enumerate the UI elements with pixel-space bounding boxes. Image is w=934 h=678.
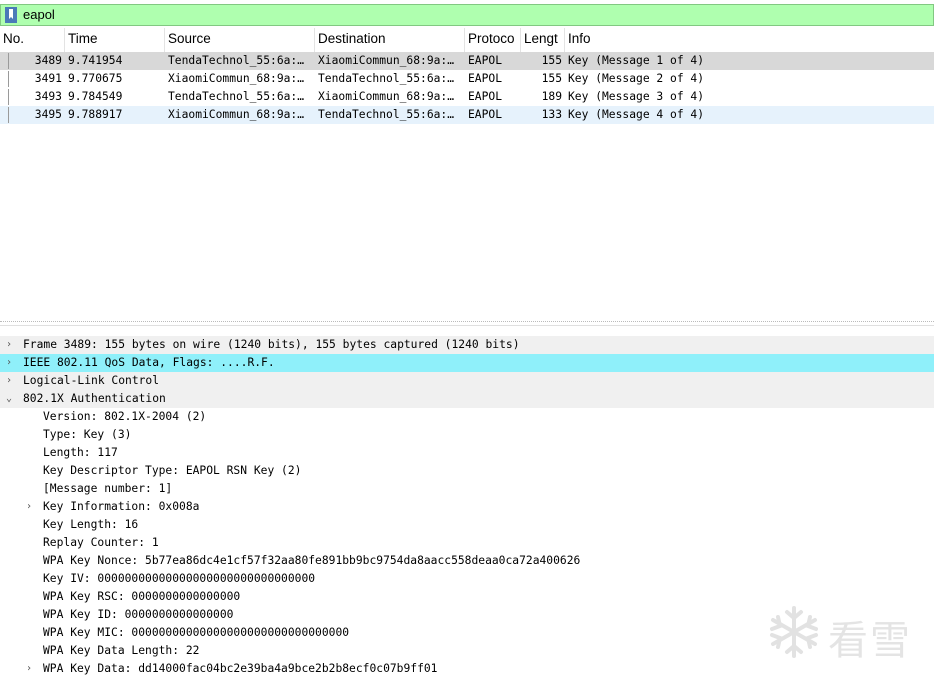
column-header-length[interactable]: Lengt <box>521 28 565 52</box>
collapse-arrow-icon[interactable]: ⌄ <box>4 390 14 408</box>
packet-time: 9.788917 <box>68 108 123 121</box>
packet-row[interactable]: 3489 9.741954 TendaTechnol_55:6a:… Xiaom… <box>0 52 934 70</box>
packet-no: 3491 <box>34 72 62 85</box>
tree-field-message-number[interactable]: [Message number: 1] <box>0 480 934 498</box>
packet-length: 189 <box>541 90 562 103</box>
tree-item-8021x[interactable]: ⌄ 802.1X Authentication <box>0 390 934 408</box>
field-label: Key Length: 16 <box>43 518 139 531</box>
packet-destination: XiaomiCommun_68:9a:… <box>318 90 455 103</box>
column-header-destination[interactable]: Destination <box>315 28 465 52</box>
expand-arrow-icon[interactable]: › <box>24 498 34 516</box>
packet-source: TendaTechnol_55:6a:… <box>168 54 305 67</box>
filter-input[interactable]: eapol <box>23 7 55 22</box>
tree-field-wpa-key-nonce[interactable]: WPA Key Nonce: 5b77ea86dc4e1cf57f32aa80f… <box>0 552 934 570</box>
packet-list: 3489 9.741954 TendaTechnol_55:6a:… Xiaom… <box>0 52 934 124</box>
tree-field-key-descriptor-type[interactable]: Key Descriptor Type: EAPOL RSN Key (2) <box>0 462 934 480</box>
tree-field-wpa-key-data[interactable]: › WPA Key Data: dd14000fac04bc2e39ba4a9b… <box>0 660 934 678</box>
column-header-protocol[interactable]: Protoco <box>465 28 521 52</box>
packet-row[interactable]: 3495 9.788917 XiaomiCommun_68:9a:… Tenda… <box>0 106 934 124</box>
packet-time: 9.770675 <box>68 72 123 85</box>
field-label: Type: Key (3) <box>43 428 132 441</box>
pane-splitter[interactable] <box>0 318 934 326</box>
packet-protocol: EAPOL <box>468 72 503 85</box>
conversation-marker <box>8 89 9 105</box>
field-label: WPA Key Data: dd14000fac04bc2e39ba4a9bce… <box>43 662 438 675</box>
expand-arrow-icon[interactable]: › <box>24 660 34 678</box>
field-label: Length: 117 <box>43 446 118 459</box>
field-label: Key IV: 00000000000000000000000000000000 <box>43 572 316 585</box>
conversation-marker <box>8 107 9 123</box>
bookmark-icon[interactable] <box>4 7 18 23</box>
watermark: 看雪 <box>766 604 926 664</box>
tree-field-version[interactable]: Version: 802.1X-2004 (2) <box>0 408 934 426</box>
packet-destination: XiaomiCommun_68:9a:… <box>318 54 455 67</box>
conversation-marker <box>8 53 9 69</box>
tree-item-label: IEEE 802.11 QoS Data, Flags: ....R.F. <box>23 356 275 369</box>
field-label: Replay Counter: 1 <box>43 536 159 549</box>
field-label: Key Information: 0x008a <box>43 500 200 513</box>
packet-info: Key (Message 3 of 4) <box>568 90 705 103</box>
field-label: WPA Key Nonce: 5b77ea86dc4e1cf57f32aa80f… <box>43 554 581 567</box>
column-header-no[interactable]: No. <box>0 28 65 52</box>
field-label: Key Descriptor Type: EAPOL RSN Key (2) <box>43 464 302 477</box>
field-label: WPA Key MIC: 000000000000000000000000000… <box>43 626 350 639</box>
packet-source: XiaomiCommun_68:9a:… <box>168 72 305 85</box>
packet-source: XiaomiCommun_68:9a:… <box>168 108 305 121</box>
packet-destination: TendaTechnol_55:6a:… <box>318 72 455 85</box>
packet-info: Key (Message 1 of 4) <box>568 54 705 67</box>
packet-info: Key (Message 2 of 4) <box>568 72 705 85</box>
packet-destination: TendaTechnol_55:6a:… <box>318 108 455 121</box>
packet-no: 3489 <box>34 54 62 67</box>
packet-length: 133 <box>541 108 562 121</box>
packet-row[interactable]: 3491 9.770675 XiaomiCommun_68:9a:… Tenda… <box>0 70 934 88</box>
expand-arrow-icon[interactable]: › <box>4 336 14 354</box>
tree-field-key-length[interactable]: Key Length: 16 <box>0 516 934 534</box>
tree-item-frame[interactable]: › Frame 3489: 155 bytes on wire (1240 bi… <box>0 336 934 354</box>
field-label: [Message number: 1] <box>43 482 173 495</box>
tree-item-llc[interactable]: › Logical-Link Control <box>0 372 934 390</box>
snowflake-logo-icon <box>770 606 818 658</box>
packet-length: 155 <box>541 54 562 67</box>
tree-field-replay-counter[interactable]: Replay Counter: 1 <box>0 534 934 552</box>
packet-source: TendaTechnol_55:6a:… <box>168 90 305 103</box>
tree-item-ieee80211[interactable]: › IEEE 802.11 QoS Data, Flags: ....R.F. <box>0 354 934 372</box>
field-label: Version: 802.1X-2004 (2) <box>43 410 207 423</box>
watermark-text: 看雪 <box>828 618 912 664</box>
packet-info: Key (Message 4 of 4) <box>568 108 705 121</box>
packet-time: 9.784549 <box>68 90 123 103</box>
field-label: WPA Key RSC: 0000000000000000 <box>43 590 241 603</box>
packet-length: 155 <box>541 72 562 85</box>
tree-field-key-information[interactable]: › Key Information: 0x008a <box>0 498 934 516</box>
column-header-source[interactable]: Source <box>165 28 315 52</box>
column-header-info[interactable]: Info <box>565 28 934 52</box>
tree-item-label: Frame 3489: 155 bytes on wire (1240 bits… <box>23 338 520 351</box>
packet-no: 3495 <box>34 108 62 121</box>
conversation-marker <box>8 71 9 87</box>
packet-protocol: EAPOL <box>468 54 503 67</box>
display-filter-bar[interactable]: eapol <box>0 4 934 26</box>
packet-list-header: No. Time Source Destination Protoco Leng… <box>0 28 934 53</box>
tree-field-key-iv[interactable]: Key IV: 00000000000000000000000000000000 <box>0 570 934 588</box>
field-label: WPA Key ID: 0000000000000000 <box>43 608 234 621</box>
tree-field-length[interactable]: Length: 117 <box>0 444 934 462</box>
packet-protocol: EAPOL <box>468 90 503 103</box>
packet-no: 3493 <box>34 90 62 103</box>
tree-item-label: 802.1X Authentication <box>23 392 166 405</box>
tree-field-type[interactable]: Type: Key (3) <box>0 426 934 444</box>
packet-time: 9.741954 <box>68 54 123 67</box>
column-header-time[interactable]: Time <box>65 28 165 52</box>
packet-row[interactable]: 3493 9.784549 TendaTechnol_55:6a:… Xiaom… <box>0 88 934 106</box>
packet-protocol: EAPOL <box>468 108 503 121</box>
tree-item-label: Logical-Link Control <box>23 374 160 387</box>
expand-arrow-icon[interactable]: › <box>4 372 14 390</box>
field-label: WPA Key Data Length: 22 <box>43 644 200 657</box>
expand-arrow-icon[interactable]: › <box>4 354 14 372</box>
